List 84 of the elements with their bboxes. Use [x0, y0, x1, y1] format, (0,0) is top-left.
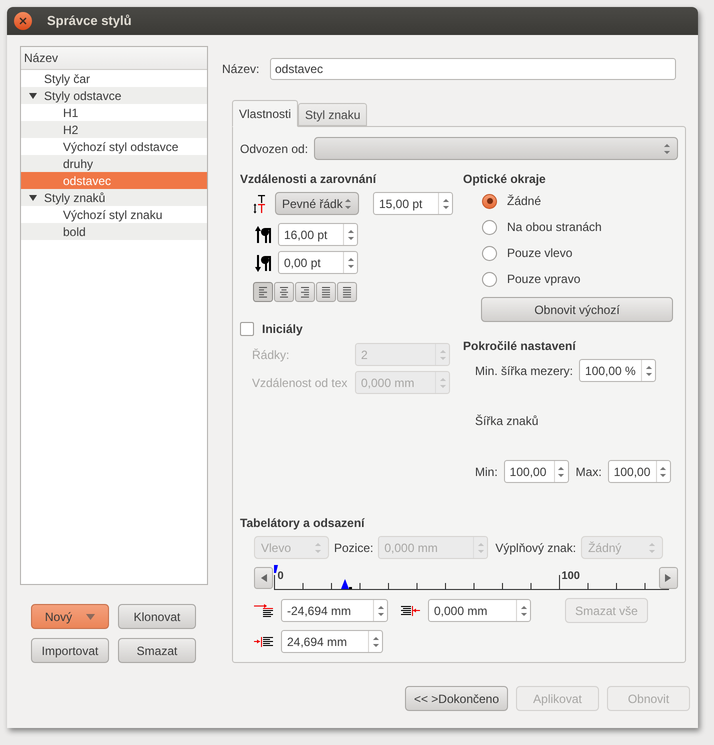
- list-action-button[interactable]: Klonovat: [118, 604, 196, 629]
- first-line-indent-icon: [254, 604, 274, 618]
- tab[interactable]: Vlastnosti: [232, 100, 298, 127]
- lines-label: Řádky:: [252, 346, 290, 364]
- reset-default-button[interactable]: Obnovit výchozí: [481, 297, 673, 322]
- section-heading: Optické okraje: [463, 171, 547, 188]
- line-spacing-mode-dropdown[interactable]: Pevné řádk: [275, 192, 359, 215]
- space-above-field[interactable]: 16,00 pt: [278, 223, 358, 246]
- spin-arrows-icon[interactable]: [659, 464, 668, 478]
- style-list-item[interactable]: druhy: [21, 155, 207, 172]
- radio-button[interactable]: [482, 194, 497, 208]
- window-title: Správce stylů: [47, 12, 132, 30]
- distance-label: Vzdálenost od tex: [252, 374, 348, 392]
- radio-button[interactable]: [482, 272, 497, 286]
- ruler-label: 100: [561, 571, 580, 582]
- based-on-label: Odvozen od:: [240, 140, 308, 158]
- spin-arrows-icon[interactable]: [376, 604, 384, 618]
- radio-label: Pouze vpravo: [507, 271, 580, 288]
- spin-arrows-icon[interactable]: [344, 196, 352, 210]
- alignment-button[interactable]: [295, 282, 315, 302]
- spin-arrows-icon[interactable]: [442, 196, 450, 210]
- name-label: Název:: [222, 61, 260, 78]
- radio-button[interactable]: [482, 220, 497, 234]
- section-heading: Pokročilé nastavení: [463, 338, 577, 355]
- fill-char-label: Výplňový znak:: [495, 540, 576, 556]
- column-header[interactable]: Název: [21, 47, 207, 70]
- right-arrow-icon: [665, 574, 672, 582]
- close-button[interactable]: [14, 12, 32, 30]
- right-indent-icon: [401, 604, 421, 618]
- list-action-button[interactable]: Importovat: [31, 638, 109, 663]
- expanded-arrow-icon[interactable]: [29, 194, 37, 202]
- spin-arrows-icon[interactable]: [520, 604, 528, 618]
- space-below-icon: [255, 254, 273, 272]
- spin-arrows-icon[interactable]: [346, 256, 354, 270]
- style-list-item[interactable]: Styly odstavce: [21, 87, 207, 104]
- space-below-field[interactable]: 0,00 pt: [278, 251, 358, 274]
- min-width-field[interactable]: 100,00: [504, 460, 569, 483]
- dialog-button[interactable]: << >Dokončeno: [405, 686, 508, 711]
- style-list-item[interactable]: H2: [21, 121, 207, 138]
- min-label: Min:: [475, 464, 498, 480]
- align-icon: [257, 285, 269, 299]
- glyph-width-label: Šířka znaků: [475, 413, 540, 430]
- align-icon: [320, 285, 332, 299]
- min-space-field[interactable]: 100,00 %: [579, 359, 656, 382]
- spin-arrows-icon[interactable]: [644, 364, 653, 378]
- align-icon: [341, 285, 353, 299]
- radio-label: Pouze vlevo: [507, 245, 572, 262]
- min-space-label: Min. šířka mezery:: [475, 362, 574, 380]
- scroll-right-button[interactable]: [658, 567, 678, 589]
- spin-arrows-icon[interactable]: [557, 464, 566, 478]
- align-icon: [299, 285, 311, 299]
- line-spacing-field[interactable]: 15,00 pt: [373, 192, 453, 215]
- radio-button[interactable]: [482, 246, 497, 260]
- spin-arrows-icon[interactable]: [663, 142, 671, 156]
- ruler-label: 0: [277, 571, 284, 582]
- alignment-button[interactable]: [253, 282, 273, 302]
- scroll-left-button[interactable]: [254, 567, 274, 589]
- tab[interactable]: Styl znaku: [298, 103, 368, 126]
- space-above-icon: [255, 226, 273, 244]
- left-indent-icon: [254, 634, 274, 648]
- new-menu-button[interactable]: Nový: [31, 604, 109, 629]
- initials-label: Iniciály: [262, 321, 303, 338]
- expanded-arrow-icon[interactable]: [29, 92, 37, 100]
- list-action-button[interactable]: Smazat: [118, 638, 196, 663]
- radio-label: Žádné: [507, 193, 542, 210]
- name-field[interactable]: odstavec: [270, 58, 676, 80]
- dropdown-caret-icon: [86, 614, 96, 620]
- max-width-field[interactable]: 100,00: [608, 460, 671, 483]
- align-icon: [278, 285, 290, 299]
- initials-checkbox[interactable]: [240, 322, 254, 336]
- style-list-item[interactable]: bold: [21, 223, 207, 240]
- spin-arrows-icon[interactable]: [346, 228, 354, 242]
- close-icon: [19, 17, 27, 25]
- style-list-item[interactable]: Styly znaků: [21, 189, 207, 206]
- section-heading: Vzdálenosti a zarovnání: [240, 171, 378, 188]
- section-heading: Tabelátory a odsazení: [240, 515, 366, 532]
- position-label: Pozice:: [334, 540, 374, 556]
- left-arrow-icon: [260, 574, 267, 582]
- radio-label: Na obou stranách: [507, 219, 602, 236]
- spin-arrows-icon[interactable]: [372, 634, 380, 648]
- alignment-button[interactable]: [274, 282, 294, 302]
- alignment-button[interactable]: [337, 282, 357, 302]
- alignment-button[interactable]: [316, 282, 336, 302]
- max-label: Max:: [576, 464, 602, 480]
